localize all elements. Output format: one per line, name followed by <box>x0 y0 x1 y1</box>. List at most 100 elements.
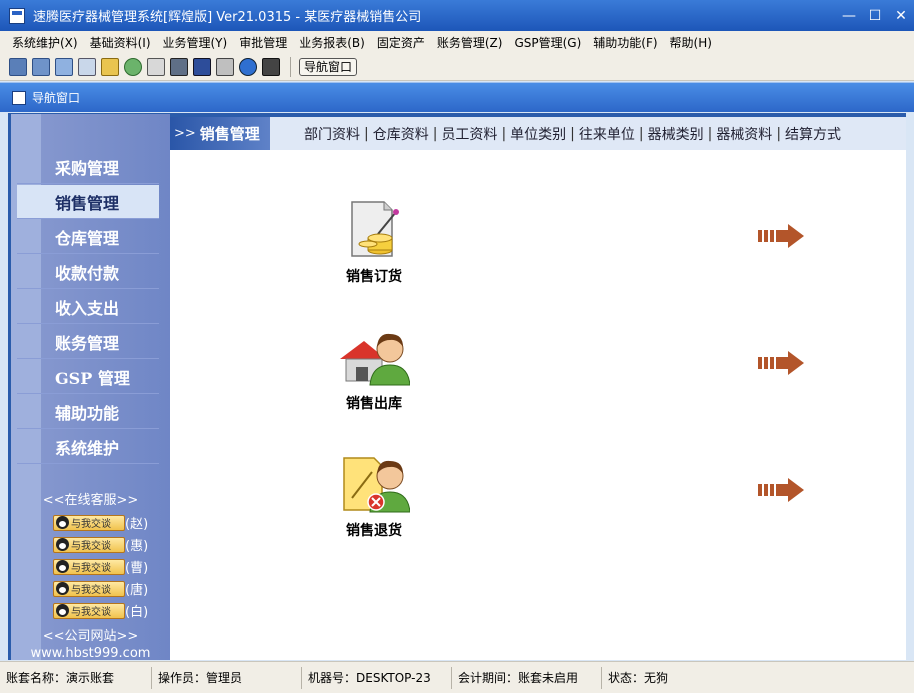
print-preview-icon[interactable] <box>146 57 165 76</box>
maximize-button[interactable]: ☐ <box>862 0 888 31</box>
sales-order-action[interactable]: 销售订货 <box>324 200 424 286</box>
inbox-icon[interactable] <box>169 57 188 76</box>
chat-button[interactable]: 与我交谈 <box>53 602 125 619</box>
sales-return-arrow-icon[interactable] <box>758 477 806 503</box>
sales-order-arrow-icon[interactable] <box>758 223 806 249</box>
status-period: 会计期间：账套未启用 <box>452 666 602 689</box>
sidebar-item-sales[interactable]: 销售管理 <box>17 185 159 219</box>
qq-icon <box>56 516 69 529</box>
sales-order-icon <box>338 200 410 260</box>
toolbar-separator <box>290 56 291 77</box>
sidebar-item-system[interactable]: 系统维护 <box>17 430 159 464</box>
current-module-prefix: >> <box>174 126 196 141</box>
menu-gsp[interactable]: GSP管理(G) <box>508 34 587 51</box>
nav-window-icon <box>12 90 26 105</box>
chat-button-label: 与我交谈 <box>71 541 111 552</box>
chat-agent-name: (曹) <box>125 561 149 576</box>
chat-agent-name: (白) <box>125 605 149 620</box>
printer-icon[interactable] <box>215 57 234 76</box>
nav-window-button[interactable]: 导航窗口 <box>299 57 358 76</box>
quick-links: 部门资料 | 仓库资料 | 员工资料 | 单位类别 | 往来单位 | 器械类别 | 器械资料… <box>300 117 845 150</box>
menu-help[interactable]: 帮助(H) <box>664 34 718 51</box>
nav-window-title: 导航窗口 <box>32 91 81 105</box>
sidebar-item-auxiliary[interactable]: 辅助功能 <box>17 395 159 429</box>
menu-approval[interactable]: 审批管理 <box>233 34 293 51</box>
current-module: >> 销售管理 <box>170 117 270 150</box>
windows-icon[interactable] <box>54 57 73 76</box>
close-button[interactable]: ✕ <box>888 0 914 31</box>
sales-return-icon <box>338 454 411 514</box>
title-bar: 速腾医疗器械管理系统[辉煌版] Ver21.0315 - 某医疗器械销售公司 —… <box>0 0 914 31</box>
company-website-title: <<公司网站>> <box>42 629 139 644</box>
qq-icon <box>56 582 69 595</box>
link-employees[interactable]: 员工资料 <box>437 124 501 144</box>
menu-system[interactable]: 系统维护(X) <box>6 34 84 51</box>
link-device-categories[interactable]: 器械类别 <box>644 124 708 144</box>
link-warehouses[interactable]: 仓库资料 <box>369 124 433 144</box>
table-icon[interactable] <box>31 57 50 76</box>
menu-basic-data[interactable]: 基础资料(I) <box>84 34 157 51</box>
chat-button[interactable]: 与我交谈 <box>53 514 125 531</box>
minimize-button[interactable]: — <box>836 0 862 31</box>
exit-icon[interactable] <box>261 57 280 76</box>
sales-outbound-action[interactable]: 销售出库 <box>324 327 424 413</box>
chat-row: 与我交谈 (曹) <box>53 557 148 576</box>
current-module-title: 销售管理 <box>199 125 260 143</box>
search-icon[interactable] <box>77 57 96 76</box>
menu-auxiliary[interactable]: 辅助功能(F) <box>587 34 663 51</box>
sales-return-action[interactable]: 销售退货 <box>324 454 424 540</box>
menu-bar: 系统维护(X) 基础资料(I) 业务管理(Y) 审批管理 业务报表(B) 固定资… <box>0 31 914 53</box>
chat-button-label: 与我交谈 <box>71 607 111 618</box>
sidebar-item-accounts[interactable]: 账务管理 <box>17 325 159 359</box>
link-devices[interactable]: 器械资料 <box>712 124 776 144</box>
menu-accounts[interactable]: 账务管理(Z) <box>431 34 509 51</box>
status-account: 账套名称：演示账套 <box>0 666 152 689</box>
sales-outbound-label: 销售出库 <box>346 396 402 412</box>
company-website-link[interactable]: www.hbst999.com <box>11 646 170 661</box>
qq-icon <box>56 538 69 551</box>
window-controls: — ☐ ✕ <box>836 0 914 31</box>
menu-fixed-assets[interactable]: 固定资产 <box>371 34 431 51</box>
chat-button[interactable]: 与我交谈 <box>53 536 125 553</box>
link-unit-categories[interactable]: 单位类别 <box>506 124 570 144</box>
chat-agent-name: (惠) <box>125 539 149 554</box>
qq-icon <box>56 604 69 617</box>
sales-return-label: 销售退货 <box>346 523 402 539</box>
chat-row: 与我交谈 (惠) <box>53 535 148 554</box>
status-bar: 账套名称：演示账套 操作员：管理员 机器号：DESKTOP-23 会计期间：账套… <box>0 661 914 693</box>
grid-icon[interactable] <box>8 57 27 76</box>
content-area: 销售订货 销售出库 销售退货 <box>170 150 906 660</box>
qq-icon <box>56 560 69 573</box>
sales-order-label: 销售订货 <box>346 269 402 285</box>
chat-agent-name: (唐) <box>125 583 149 598</box>
save-icon[interactable] <box>192 57 211 76</box>
app-icon <box>9 7 25 24</box>
calendar-icon[interactable] <box>100 57 119 76</box>
chat-button-label: 与我交谈 <box>71 585 111 596</box>
toolbar: 导航窗口 <box>0 53 914 81</box>
link-departments[interactable]: 部门资料 <box>300 124 364 144</box>
status-machine: 机器号：DESKTOP-23 <box>302 666 452 689</box>
sidebar-item-payments[interactable]: 收款付款 <box>17 255 159 289</box>
sidebar-item-purchase[interactable]: 采购管理 <box>17 150 159 184</box>
chat-row: 与我交谈 (白) <box>53 601 148 620</box>
link-settlement-methods[interactable]: 结算方式 <box>781 124 845 144</box>
chat-agent-name: (赵) <box>125 517 149 532</box>
chat-row: 与我交谈 (赵) <box>53 513 148 532</box>
window-title: 速腾医疗器械管理系统[辉煌版] Ver21.0315 - 某医疗器械销售公司 <box>33 10 422 25</box>
chat-row: 与我交谈 (唐) <box>53 579 148 598</box>
menu-business[interactable]: 业务管理(Y) <box>157 34 234 51</box>
sidebar-item-gsp[interactable]: GSP 管理 <box>17 360 159 394</box>
chat-button[interactable]: 与我交谈 <box>53 558 125 575</box>
sales-outbound-arrow-icon[interactable] <box>758 350 806 376</box>
sidebar-item-income-expense[interactable]: 收入支出 <box>17 290 159 324</box>
sidebar-item-warehouse[interactable]: 仓库管理 <box>17 220 159 254</box>
online-service-title: <<在线客服>> <box>42 493 139 508</box>
refresh-icon[interactable] <box>123 57 142 76</box>
chat-button-label: 与我交谈 <box>71 519 111 530</box>
menu-reports[interactable]: 业务报表(B) <box>293 34 371 51</box>
sales-outbound-icon <box>338 327 411 387</box>
help-icon[interactable] <box>238 57 257 76</box>
link-partners[interactable]: 往来单位 <box>575 124 639 144</box>
chat-button[interactable]: 与我交谈 <box>53 580 125 597</box>
